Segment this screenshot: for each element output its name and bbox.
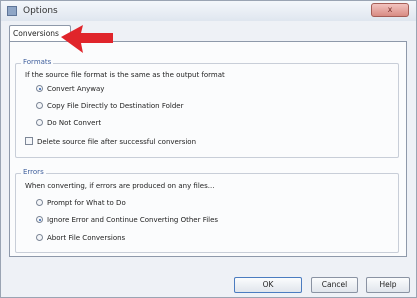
radio-label: Prompt for What to Do (47, 199, 126, 207)
arrow-shape (61, 25, 113, 53)
title-bar[interactable]: Options x (1, 1, 416, 21)
options-dialog: Options x Conversions Formats If the sou… (0, 0, 417, 298)
radio-label: Abort File Conversions (47, 234, 126, 242)
checkbox-box[interactable] (25, 137, 33, 145)
radio-label: Copy File Directly to Destination Folder (47, 102, 184, 110)
close-button[interactable]: x (371, 3, 409, 17)
errors-legend: Errors (21, 168, 46, 176)
window-title: Options (23, 6, 58, 16)
help-button[interactable]: Help (366, 277, 410, 293)
ok-button[interactable]: OK (234, 277, 302, 293)
radio-ignore-error[interactable]: Ignore Error and Continue Converting Oth… (36, 216, 218, 225)
red-arrow-annotation (61, 25, 113, 53)
radio-do-not-convert[interactable]: Do Not Convert (36, 119, 101, 128)
radio-icon[interactable] (36, 216, 43, 223)
radio-icon[interactable] (36, 85, 43, 92)
radio-convert-anyway[interactable]: Convert Anyway (36, 85, 104, 94)
radio-prompt-what-to-do[interactable]: Prompt for What to Do (36, 199, 126, 208)
errors-prompt: When converting, if errors are produced … (25, 182, 215, 190)
formats-legend: Formats (21, 58, 54, 66)
radio-abort[interactable]: Abort File Conversions (36, 234, 125, 243)
formats-prompt: If the source file format is the same as… (25, 71, 225, 79)
app-icon (7, 6, 17, 16)
radio-icon[interactable] (36, 234, 43, 241)
radio-label: Ignore Error and Continue Converting Oth… (47, 216, 219, 224)
radio-copy-directly[interactable]: Copy File Directly to Destination Folder (36, 102, 183, 111)
radio-icon[interactable] (36, 102, 43, 109)
radio-icon[interactable] (36, 119, 43, 126)
checkbox-label: Delete source file after successful conv… (37, 138, 197, 146)
radio-icon[interactable] (36, 199, 43, 206)
delete-source-checkbox[interactable]: Delete source file after successful conv… (25, 137, 196, 147)
radio-label: Do Not Convert (47, 119, 102, 127)
cancel-button[interactable]: Cancel (311, 277, 358, 293)
radio-label: Convert Anyway (47, 85, 105, 93)
